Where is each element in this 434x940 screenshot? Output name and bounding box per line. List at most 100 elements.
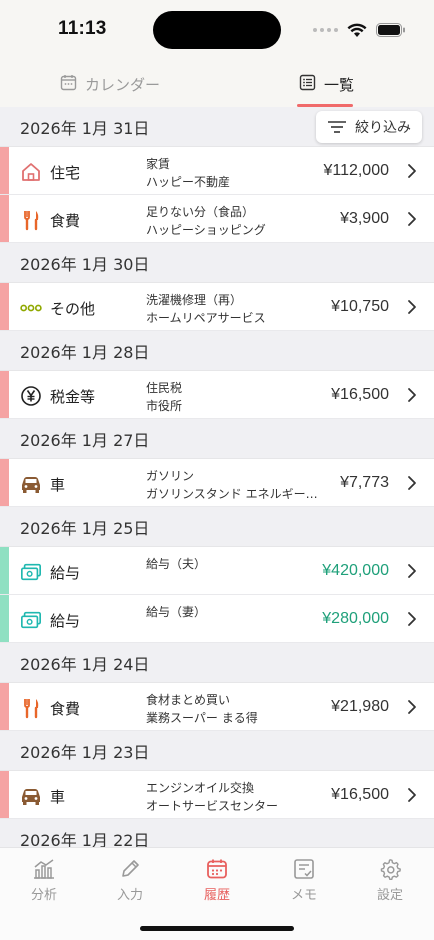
amount: ¥3,900 — [340, 210, 389, 227]
date-header: 2026年 1月 31日 絞り込み — [0, 107, 434, 147]
date-header: 2026年 1月 27日 — [0, 419, 434, 459]
memo-line-1: 給与（夫） — [146, 557, 207, 571]
pencil-icon — [122, 860, 139, 877]
type-indicator-bar — [0, 595, 9, 642]
date-label: 2026年 1月 23日 — [20, 742, 150, 762]
date-label: 2026年 1月 30日 — [20, 254, 150, 274]
type-indicator-bar — [0, 459, 9, 506]
nav-analysis[interactable]: 分析 — [14, 858, 74, 903]
memo-line-2: 業務スーパー まる得 — [146, 711, 258, 725]
nav-input-label: 入力 — [116, 888, 143, 903]
transaction-list[interactable]: 2026年 1月 31日 絞り込み 住宅 家賃 ハッピー不動産 ¥112,000 食費 足りな… — [0, 107, 434, 847]
nav-analysis-label: 分析 — [30, 888, 57, 903]
memo-line-1: 洗濯機修理（再） — [146, 293, 243, 307]
date-label: 2026年 1月 24日 — [20, 654, 150, 674]
money-icon — [20, 561, 42, 583]
nav-history[interactable]: 履歴 — [187, 858, 247, 903]
date-header: 2026年 1月 23日 — [0, 731, 434, 771]
memo-text: 給与（夫） — [146, 555, 326, 573]
chevron-right-icon — [406, 163, 418, 179]
memo-line-1: 給与（妻） — [146, 605, 207, 619]
memo-line-2: ハッピー不動産 — [146, 175, 231, 189]
memo-text: 家賃 ハッピー不動産 — [146, 155, 326, 191]
type-indicator-bar — [0, 283, 9, 330]
memo-line-1: 足りない分（食品） — [146, 205, 255, 219]
amount: ¥112,000 — [323, 162, 389, 179]
chevron-right-icon — [406, 387, 418, 403]
date-header: 2026年 1月 30日 — [0, 243, 434, 283]
amount: ¥7,773 — [340, 474, 389, 491]
memo-text: 洗濯機修理（再） ホームリペアサービス — [146, 291, 326, 327]
transaction-row[interactable]: 食費 食材まとめ買い 業務スーパー まる得 ¥21,980 — [0, 683, 434, 731]
memo-line-2: ガソリンスタンド エネルギー… — [146, 487, 318, 501]
memo-line-1: 食材まとめ買い — [146, 693, 231, 707]
category-label: 食費 — [50, 212, 81, 230]
nav-input[interactable]: 入力 — [100, 858, 160, 903]
memo-text: エンジンオイル交換 オートサービスセンター — [146, 779, 326, 815]
status-bar: 11:13 — [0, 0, 434, 60]
transaction-row[interactable]: 給与 給与（妻） ¥280,000 — [0, 595, 434, 643]
filter-label: 絞り込み — [355, 120, 411, 136]
transaction-row[interactable]: 税金等 住民税 市役所 ¥16,500 — [0, 371, 434, 419]
date-label: 2026年 1月 25日 — [20, 518, 150, 538]
transaction-row[interactable]: 給与 給与（夫） ¥420,000 — [0, 547, 434, 595]
house-icon — [20, 161, 42, 183]
date-label: 2026年 1月 27日 — [20, 430, 150, 450]
transaction-row[interactable]: その他 洗濯機修理（再） ホームリペアサービス ¥10,750 — [0, 283, 434, 331]
tab-list-label: 一覧 — [324, 76, 355, 94]
three-dots-icon — [20, 297, 42, 319]
type-indicator-bar — [0, 771, 9, 818]
fork-knife-icon — [20, 697, 42, 719]
date-header: 2026年 1月 25日 — [0, 507, 434, 547]
transaction-row[interactable]: 住宅 家賃 ハッピー不動産 ¥112,000 — [0, 147, 434, 195]
memo-line-1: 住民税 — [146, 381, 183, 395]
nav-memo-label: メモ — [290, 888, 317, 903]
status-icons — [313, 20, 406, 40]
nav-settings[interactable]: 設定 — [360, 858, 420, 903]
chevron-right-icon — [406, 299, 418, 315]
transaction-row[interactable]: 車 ガソリンガソリンスタンド エネルギー… ¥7,773 — [0, 459, 434, 507]
nav-history-label: 履歴 — [203, 888, 230, 903]
memo-line-2: ホームリペアサービス — [146, 311, 266, 325]
tab-list[interactable]: 一覧 — [299, 74, 354, 104]
memo-text: 給与（妻） — [146, 603, 326, 621]
amount: ¥280,000 — [322, 610, 389, 627]
type-indicator-bar — [0, 371, 9, 418]
calendar-icon — [60, 75, 77, 91]
filter-icon — [328, 121, 346, 133]
date-header: 2026年 1月 22日 — [0, 819, 434, 847]
category-label: 車 — [50, 476, 66, 494]
memo-line-1: ガソリン — [146, 469, 195, 483]
yen-icon — [20, 385, 42, 407]
memo-line-1: 家賃 — [146, 157, 171, 171]
type-indicator-bar — [0, 195, 9, 242]
transaction-row[interactable]: 車 エンジンオイル交換 オートサービスセンター ¥16,500 — [0, 771, 434, 819]
memo-text: ガソリンガソリンスタンド エネルギー… — [146, 467, 326, 503]
tab-calendar[interactable]: カレンダー — [60, 74, 160, 104]
date-header: 2026年 1月 24日 — [0, 643, 434, 683]
status-time: 11:13 — [58, 18, 107, 39]
category-label: 給与 — [50, 612, 81, 630]
nav-memo[interactable]: メモ — [274, 858, 334, 903]
tab-calendar-label: カレンダー — [85, 76, 161, 94]
amount: ¥420,000 — [322, 562, 389, 579]
wifi-icon — [347, 23, 367, 37]
type-indicator-bar — [0, 147, 9, 194]
chevron-right-icon — [406, 699, 418, 715]
transaction-row[interactable]: 食費 足りない分（食品） ハッピーショッピング ¥3,900 — [0, 195, 434, 243]
category-label: 食費 — [50, 700, 81, 718]
memo-line-2: 市役所 — [146, 399, 183, 413]
date-label: 2026年 1月 28日 — [20, 342, 150, 362]
car-icon — [20, 473, 42, 495]
memo-text: 食材まとめ買い業務スーパー まる得 — [146, 691, 326, 727]
list-icon — [299, 74, 316, 91]
fork-knife-icon — [20, 209, 42, 231]
filter-button[interactable]: 絞り込み — [316, 111, 422, 143]
chevron-right-icon — [406, 611, 418, 627]
memo-text: 住民税 市役所 — [146, 379, 326, 415]
home-indicator — [140, 926, 294, 931]
memo-icon — [294, 859, 314, 879]
car-icon — [20, 785, 42, 807]
calendar-icon — [207, 859, 227, 879]
nav-settings-label: 設定 — [376, 888, 403, 903]
